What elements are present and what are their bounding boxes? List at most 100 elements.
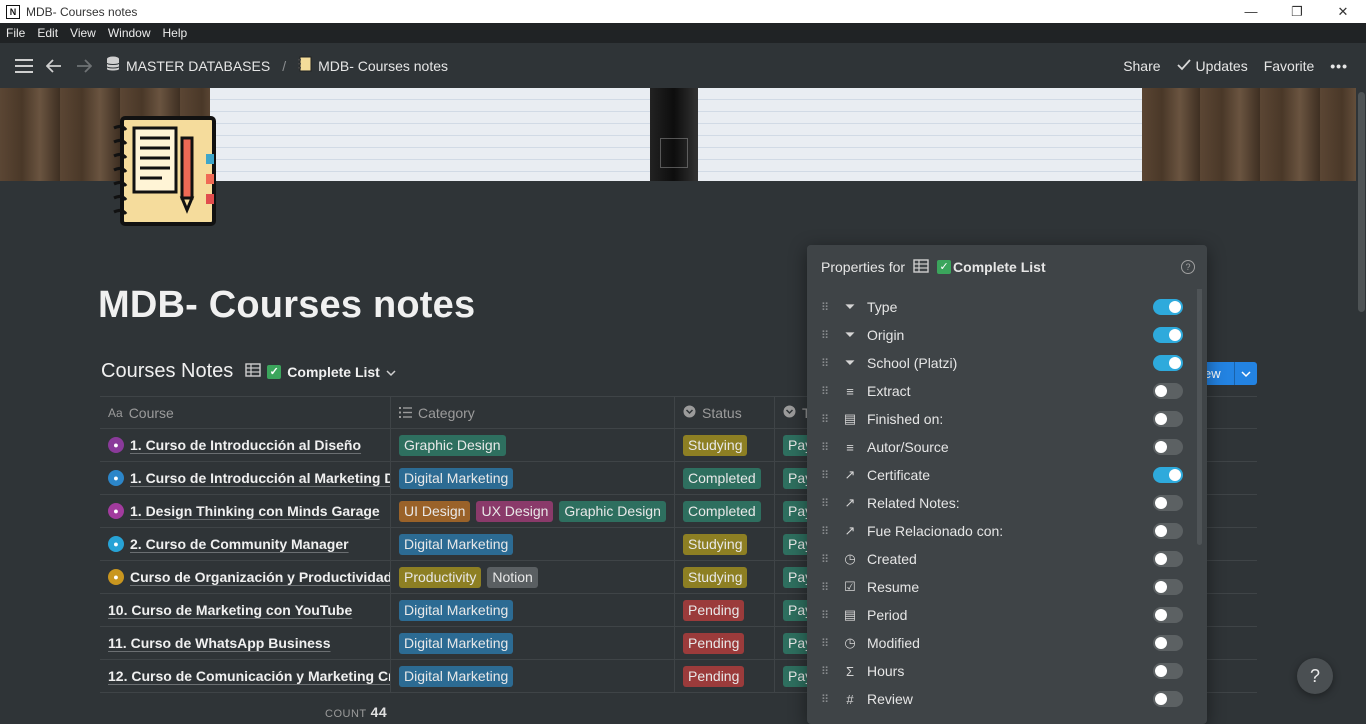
property-row[interactable]: ⠿ ↗ Related Notes: xyxy=(807,489,1207,517)
breadcrumb-current-page[interactable]: MDB- Courses notes xyxy=(294,56,452,75)
column-header-status[interactable]: Status xyxy=(675,397,775,428)
drag-handle-icon[interactable]: ⠿ xyxy=(821,693,833,706)
property-visibility-toggle[interactable] xyxy=(1153,635,1183,651)
property-visibility-toggle[interactable] xyxy=(1153,663,1183,679)
favorite-button[interactable]: Favorite xyxy=(1264,58,1315,74)
cell-course[interactable]: 10. Curso de Marketing con YouTube xyxy=(100,594,391,626)
view-selector[interactable]: ✓ Complete List xyxy=(245,363,396,380)
close-button[interactable]: ✕ xyxy=(1320,0,1366,23)
cell-course[interactable]: 12. Curso de Comunicación y Marketing Cr… xyxy=(100,660,391,692)
property-visibility-toggle[interactable] xyxy=(1153,355,1183,371)
cell-category[interactable]: Digital Marketing xyxy=(391,528,675,560)
drag-handle-icon[interactable]: ⠿ xyxy=(821,525,833,538)
drag-handle-icon[interactable]: ⠿ xyxy=(821,301,833,314)
drag-handle-icon[interactable]: ⠿ xyxy=(821,441,833,454)
property-row[interactable]: ⠿ ◷ Modified xyxy=(807,629,1207,657)
cell-course[interactable]: ● 1. Curso de Introducción al Diseño xyxy=(100,429,391,461)
drag-handle-icon[interactable]: ⠿ xyxy=(821,581,833,594)
cell-status[interactable]: Completed xyxy=(675,495,775,527)
drag-handle-icon[interactable]: ⠿ xyxy=(821,469,833,482)
property-row[interactable]: ⠿ ↗ Certificate xyxy=(807,461,1207,489)
cell-category[interactable]: Productivity Notion xyxy=(391,561,675,593)
cell-category[interactable]: Graphic Design xyxy=(391,429,675,461)
property-visibility-toggle[interactable] xyxy=(1153,523,1183,539)
share-button[interactable]: Share xyxy=(1123,58,1160,74)
column-header-course[interactable]: Aa Course xyxy=(100,397,391,428)
help-button[interactable]: ? xyxy=(1297,658,1333,694)
forward-arrow-icon[interactable] xyxy=(72,54,96,78)
property-row[interactable]: ⠿ # Review xyxy=(807,685,1207,713)
more-options-button[interactable]: ••• xyxy=(1330,58,1348,74)
drag-handle-icon[interactable]: ⠿ xyxy=(821,357,833,370)
cell-category[interactable]: UI Design UX Design Graphic Design xyxy=(391,495,675,527)
menu-view[interactable]: View xyxy=(64,26,102,40)
property-visibility-toggle[interactable] xyxy=(1153,551,1183,567)
menu-window[interactable]: Window xyxy=(102,26,157,40)
drag-handle-icon[interactable]: ⠿ xyxy=(821,609,833,622)
category-tag: Digital Marketing xyxy=(399,533,514,555)
property-row[interactable]: ⠿ ⏷ School (Platzi) xyxy=(807,349,1207,377)
drag-handle-icon[interactable]: ⠿ xyxy=(821,553,833,566)
drag-handle-icon[interactable]: ⠿ xyxy=(821,637,833,650)
cell-status[interactable]: Studying xyxy=(675,528,775,560)
cell-status[interactable]: Studying xyxy=(675,429,775,461)
property-visibility-toggle[interactable] xyxy=(1153,411,1183,427)
cell-course[interactable]: ● 1. Curso de Introducción al Marketing D… xyxy=(100,462,391,494)
property-visibility-toggle[interactable] xyxy=(1153,327,1183,343)
scrollbar-thumb[interactable] xyxy=(1358,92,1365,312)
menu-help[interactable]: Help xyxy=(157,26,194,40)
property-row[interactable]: ⠿ Σ Hours xyxy=(807,657,1207,685)
cell-status[interactable]: Studying xyxy=(675,561,775,593)
property-visibility-toggle[interactable] xyxy=(1153,579,1183,595)
property-row[interactable]: ⠿ ≡ Autor/Source xyxy=(807,433,1207,461)
cell-course[interactable]: ● 1. Design Thinking con Minds Garage xyxy=(100,495,391,527)
property-visibility-toggle[interactable] xyxy=(1153,607,1183,623)
cell-course[interactable]: ● Curso de Organización y Productividad c xyxy=(100,561,391,593)
property-row[interactable]: ⠿ ⏷ Type xyxy=(807,293,1207,321)
drag-handle-icon[interactable]: ⠿ xyxy=(821,413,833,426)
cell-course[interactable]: ● 2. Curso de Community Manager xyxy=(100,528,391,560)
cell-category[interactable]: Digital Marketing xyxy=(391,462,675,494)
cell-category[interactable]: Digital Marketing xyxy=(391,660,675,692)
help-circle-icon[interactable]: ? xyxy=(1181,260,1195,274)
property-row[interactable]: ⠿ ▤ Finished on: xyxy=(807,405,1207,433)
cell-status[interactable]: Completed xyxy=(675,462,775,494)
property-row[interactable]: ⠿ ▤ Period xyxy=(807,601,1207,629)
drag-handle-icon[interactable]: ⠿ xyxy=(821,665,833,678)
restore-button[interactable]: ❐ xyxy=(1274,0,1320,23)
cell-category[interactable]: Digital Marketing xyxy=(391,627,675,659)
database-title[interactable]: Courses Notes xyxy=(101,360,233,383)
menu-edit[interactable]: Edit xyxy=(31,26,64,40)
property-visibility-toggle[interactable] xyxy=(1153,467,1183,483)
back-arrow-icon[interactable] xyxy=(42,54,66,78)
cell-status[interactable]: Pending xyxy=(675,594,775,626)
property-visibility-toggle[interactable] xyxy=(1153,383,1183,399)
cell-status[interactable]: Pending xyxy=(675,627,775,659)
properties-scrollbar[interactable] xyxy=(1197,285,1202,545)
property-row[interactable]: ⠿ ↗ Fue Relacionado con: xyxy=(807,517,1207,545)
drag-handle-icon[interactable]: ⠿ xyxy=(821,385,833,398)
property-row[interactable]: ⠿ ☑ Resume xyxy=(807,573,1207,601)
property-visibility-toggle[interactable] xyxy=(1153,299,1183,315)
new-dropdown-chevron-icon[interactable] xyxy=(1234,362,1257,385)
sidebar-toggle-icon[interactable] xyxy=(12,54,36,78)
minimize-button[interactable]: — xyxy=(1228,0,1274,23)
cell-course[interactable]: 11. Curso de WhatsApp Business xyxy=(100,627,391,659)
property-visibility-toggle[interactable] xyxy=(1153,439,1183,455)
menu-file[interactable]: File xyxy=(0,26,31,40)
drag-handle-icon[interactable]: ⠿ xyxy=(821,497,833,510)
property-row[interactable]: ⠿ ◷ Created xyxy=(807,545,1207,573)
property-row[interactable]: ⠿ ⏷ Origin xyxy=(807,321,1207,349)
property-visibility-toggle[interactable] xyxy=(1153,495,1183,511)
cell-category[interactable]: Digital Marketing xyxy=(391,594,675,626)
updates-button[interactable]: Updates xyxy=(1176,58,1248,74)
breadcrumb-master-databases[interactable]: MASTER DATABASES xyxy=(102,56,274,75)
page-title[interactable]: MDB- Courses notes xyxy=(98,284,475,327)
column-header-category[interactable]: Category xyxy=(391,397,675,428)
drag-handle-icon[interactable]: ⠿ xyxy=(821,329,833,342)
property-row[interactable]: ⠿ ≡ Extract xyxy=(807,377,1207,405)
notebook-page-icon[interactable] xyxy=(112,114,218,228)
property-visibility-toggle[interactable] xyxy=(1153,691,1183,707)
page-scrollbar[interactable] xyxy=(1356,88,1366,724)
cell-status[interactable]: Pending xyxy=(675,660,775,692)
